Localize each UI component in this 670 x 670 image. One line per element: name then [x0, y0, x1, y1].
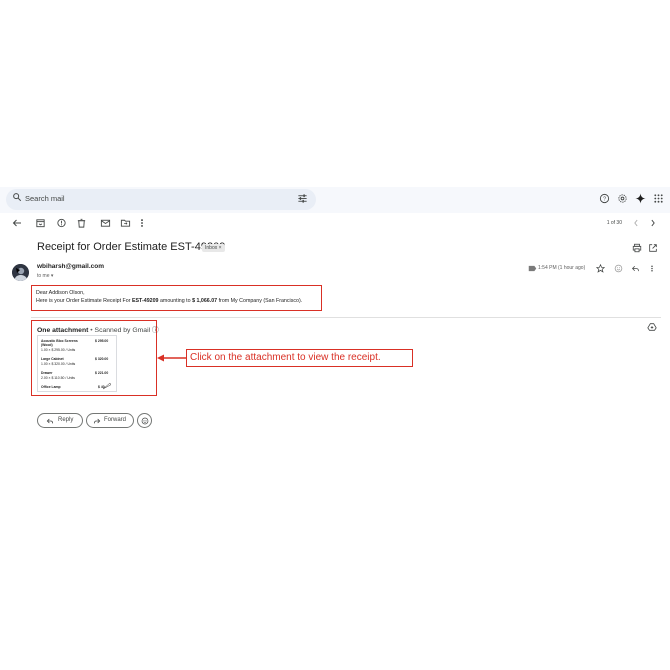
- body-estimate-number: EST-49209: [131, 298, 159, 304]
- annotation-arrow: [157, 354, 186, 362]
- attachment-dot: •: [90, 327, 93, 334]
- print-icon[interactable]: [632, 243, 642, 253]
- item-2-qty: 1.00 × $ 320.00 / Units: [41, 361, 76, 366]
- help-icon[interactable]: ?: [599, 193, 610, 204]
- annotation-text: Click on the attachment to view the rece…: [190, 352, 381, 363]
- attachment-count: One attachment: [37, 327, 89, 334]
- label-tag-icon[interactable]: [528, 265, 537, 272]
- item-2-name: Large Cabinet: [41, 357, 64, 361]
- item-1-price: $ 295.00: [95, 339, 109, 343]
- search-bar[interactable]: Search mail: [6, 189, 316, 210]
- emoji-reaction-button[interactable]: [137, 413, 152, 428]
- newer-chevron-icon[interactable]: [632, 216, 640, 230]
- gmail-app: Search mail ? 1 of 30 Receipt for Order …: [0, 187, 670, 483]
- body-text: Here is your Order Estimate Receipt For …: [36, 298, 302, 304]
- search-icon[interactable]: [12, 192, 22, 202]
- forward-label: Forward: [104, 417, 127, 423]
- body-suffix: from My Company (San Francisco).: [217, 298, 303, 304]
- forward-arrow-icon: [93, 418, 101, 424]
- open-new-window-icon[interactable]: [648, 243, 658, 253]
- move-to-icon[interactable]: [120, 216, 131, 230]
- report-spam-icon[interactable]: [56, 216, 67, 230]
- body-amount: $ 1,066.07: [192, 298, 218, 304]
- reply-arrow-icon: [46, 418, 54, 424]
- item-2-price: $ 320.00: [95, 357, 109, 361]
- mark-unread-icon[interactable]: [100, 216, 111, 230]
- archive-icon[interactable]: [35, 216, 46, 230]
- settings-icon[interactable]: [617, 193, 628, 204]
- item-3-name: Drawer: [41, 371, 53, 375]
- svg-text:?: ?: [603, 197, 606, 203]
- item-1-name-line2: (Wood): [41, 343, 53, 347]
- attachment-thumbnail[interactable]: Acoustic Bloc Screens (Wood) 1.00 × $ 29…: [37, 335, 117, 392]
- item-4-name: Office Lamp: [41, 385, 61, 389]
- older-chevron-icon[interactable]: [649, 216, 657, 230]
- item-3-qty: 2.00 × $ 110.50 / Units: [41, 375, 75, 380]
- delete-icon[interactable]: [76, 216, 87, 230]
- smiley-icon: [141, 417, 148, 424]
- item-3-price: $ 221.00: [95, 371, 109, 375]
- back-arrow-icon[interactable]: [11, 216, 23, 230]
- attachment-divider: [31, 317, 661, 318]
- inbox-label-chip[interactable]: Inbox ×: [202, 244, 225, 252]
- annotation-callout: Click on the attachment to view the rece…: [186, 349, 413, 367]
- sender-avatar[interactable]: [12, 264, 29, 281]
- item-1-qty: 1.00 × $ 295.00 / Units: [41, 347, 76, 352]
- apps-grid-icon[interactable]: [653, 193, 664, 204]
- body-middle: amounting to: [158, 298, 193, 304]
- reply-label: Reply: [58, 417, 74, 423]
- pagination-label: 1 of 30: [606, 220, 622, 226]
- message-toolbar: 1 of 30: [0, 216, 670, 230]
- search-input[interactable]: Search mail: [25, 194, 65, 203]
- star-icon[interactable]: [596, 264, 605, 273]
- message-time: 1:54 PM (1 hour ago): [538, 265, 586, 271]
- attachment-header: One attachment • Scanned by Gmail ⓘ: [37, 324, 159, 334]
- emoji-reaction-icon[interactable]: [614, 264, 623, 273]
- top-bar: Search mail ?: [0, 187, 670, 213]
- message-more-icon[interactable]: [649, 264, 655, 273]
- scanned-by-gmail[interactable]: Scanned by Gmail ⓘ: [95, 327, 159, 334]
- add-to-drive-icon[interactable]: [647, 322, 657, 332]
- forward-button[interactable]: Forward: [86, 413, 134, 428]
- reply-button[interactable]: Reply: [37, 413, 83, 428]
- reply-icon[interactable]: [631, 264, 640, 273]
- more-options-icon[interactable]: [138, 216, 146, 230]
- sender-email[interactable]: wbiharsh@gmail.com: [37, 263, 104, 270]
- recipient-details[interactable]: to me ▾: [37, 273, 53, 279]
- search-options-icon[interactable]: [297, 193, 308, 204]
- gemini-icon[interactable]: [635, 193, 646, 204]
- cursor-icon: [102, 382, 111, 390]
- body-greeting: Dear Addison Olson,: [36, 290, 85, 296]
- email-subject: Receipt for Order Estimate EST-49209: [37, 241, 226, 253]
- body-prefix: Here is your Order Estimate Receipt For: [36, 298, 132, 304]
